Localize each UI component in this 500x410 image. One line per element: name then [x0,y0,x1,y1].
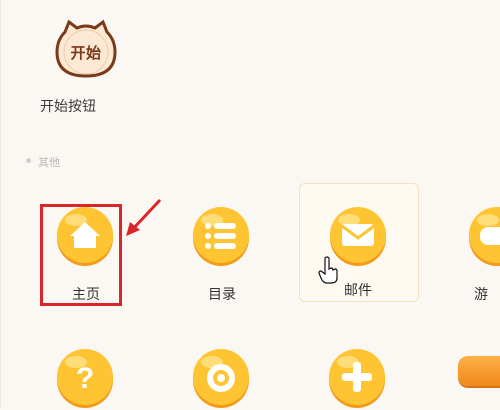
help-icon[interactable]: ? [52,344,118,410]
hand-cursor-icon [318,256,338,284]
start-button-label: 开始按钮 [40,98,96,114]
tile-label-game: 游 [474,286,488,302]
catalog-tile[interactable]: 目录 [160,196,278,314]
list-icon [193,207,249,266]
orange-button[interactable] [458,356,500,386]
left-border [0,0,1,408]
svg-text:?: ? [76,362,94,395]
settings-icon[interactable] [188,344,254,410]
highlight-box [40,204,122,306]
game-tile[interactable]: 游 [440,196,500,314]
section-dot [26,158,31,163]
add-icon[interactable] [324,344,390,410]
tile-label-catalog: 目录 [208,286,236,302]
red-arrow-icon [126,198,162,236]
start-button[interactable]: 开始 [55,18,117,80]
start-badge-text: 开始 [70,45,102,62]
mail-tile[interactable]: 邮件 [299,183,419,302]
game-icon [469,207,500,266]
section-header: 其他 [38,157,60,169]
